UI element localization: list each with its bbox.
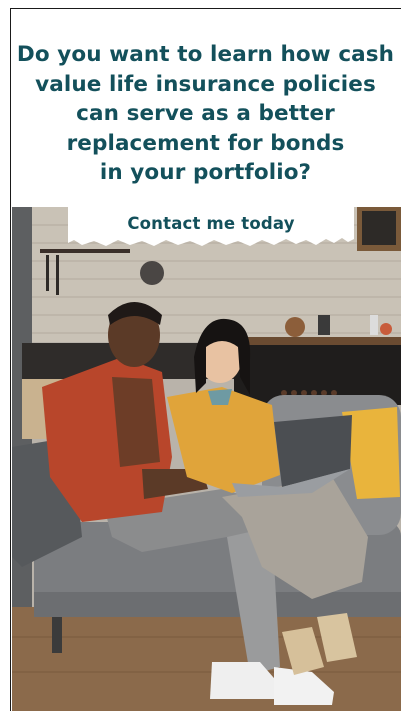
headline-line-5: in your portfolio? xyxy=(99,160,312,185)
headline: Do you want to learn how cash value life… xyxy=(12,40,399,188)
ad-creative: Do you want to learn how cash value life… xyxy=(0,0,401,711)
headline-line-4: replacement for bonds xyxy=(66,130,345,156)
contact-cta-label: Contact me today xyxy=(127,213,295,233)
hero-photo-illustration xyxy=(12,207,401,711)
contact-cta-button[interactable]: Contact me today xyxy=(68,205,354,249)
hero-photo xyxy=(12,207,401,711)
headline-line-1: Do you want to learn how cash xyxy=(16,42,395,67)
headline-line-3: can serve as a better xyxy=(76,101,335,126)
headline-line-2: value life insurance policies xyxy=(35,71,376,97)
